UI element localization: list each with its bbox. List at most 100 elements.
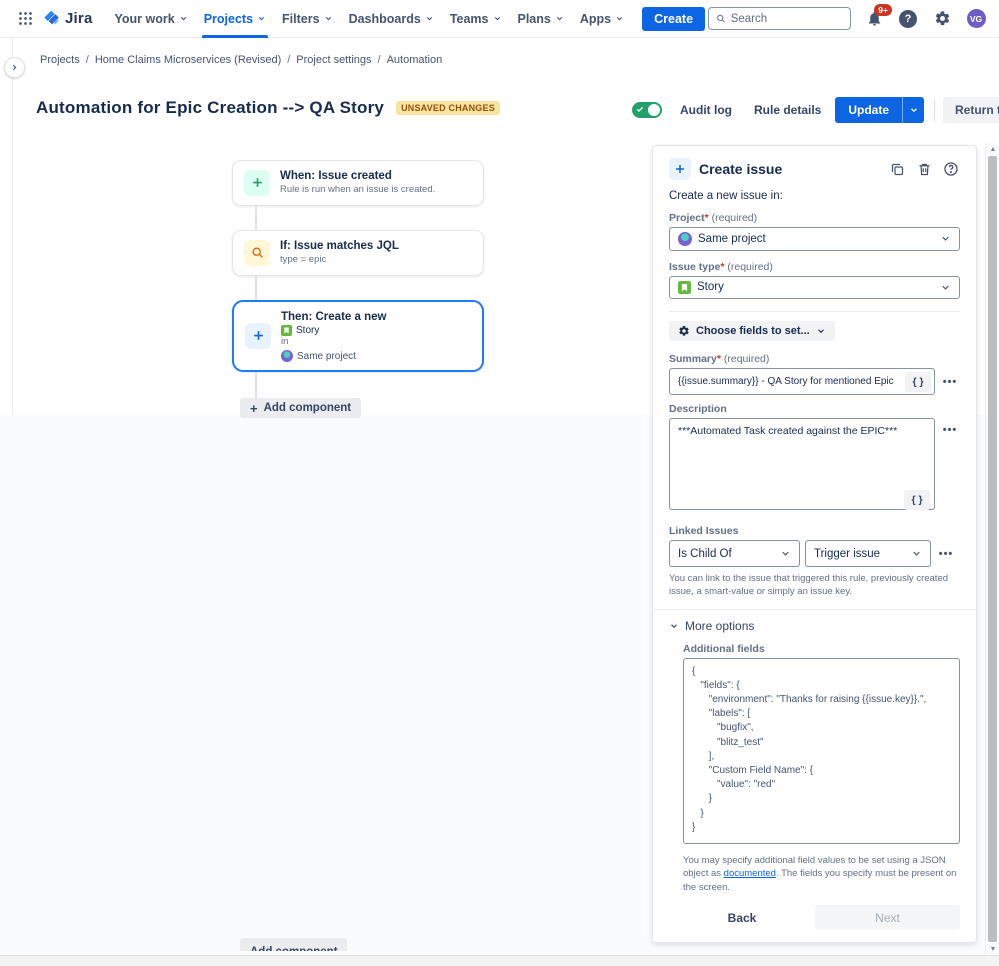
chevron-down-icon [426, 16, 432, 21]
description-more-actions-icon[interactable]: ••• [940, 424, 960, 436]
link-target-value: Trigger issue [814, 547, 881, 560]
issue-type-field-label: Issue type* (required) [669, 260, 773, 273]
nav-item-dashboards[interactable]: Dashboards [341, 0, 442, 38]
chevron-right-icon [12, 64, 17, 71]
notification-count-badge: 9+ [874, 3, 892, 16]
chevron-down-icon [616, 16, 623, 21]
jira-logo[interactable]: Jira [42, 9, 93, 28]
delete-action-button[interactable] [915, 160, 933, 178]
add-component-button-clipped[interactable]: Add component [240, 938, 347, 951]
copy-icon [891, 163, 903, 175]
chevron-down-icon [556, 16, 563, 21]
vertical-scrollbar[interactable]: ▲ ▼ [985, 143, 999, 955]
create-button[interactable]: Create [642, 6, 706, 31]
help-icon: ? [899, 9, 917, 28]
plus-icon: + [250, 400, 258, 416]
scroll-up-icon[interactable]: ▲ [986, 143, 999, 155]
help-button[interactable]: ? [897, 8, 919, 30]
update-options-button[interactable] [902, 97, 925, 123]
project-select[interactable]: Same project [669, 227, 960, 251]
global-search[interactable] [708, 7, 851, 30]
additional-fields-textarea[interactable]: { "fields": { "environment": "Thanks for… [683, 657, 960, 844]
nav-item-projects[interactable]: Projects [196, 0, 274, 38]
jira-logo-icon [42, 9, 61, 28]
smart-values-button[interactable]: { } [905, 371, 931, 392]
audit-log-button[interactable]: Audit log [672, 99, 740, 121]
chevron-down-icon [817, 329, 824, 334]
linked-issues-help: You can link to the issue that triggered… [669, 573, 949, 598]
additional-fields-label: Additional fields [683, 642, 765, 655]
notifications-button[interactable]: 9+ [863, 3, 892, 30]
duplicate-action-button[interactable] [888, 160, 906, 178]
link-target-select[interactable]: Trigger issue [805, 540, 931, 568]
project-select-value: Same project [698, 232, 766, 245]
unsaved-changes-badge: UNSAVED CHANGES [396, 101, 500, 115]
return-to-rules-button[interactable]: Return to rules [943, 97, 999, 123]
chevron-down-icon [910, 108, 917, 113]
condition-subtitle: type = epic [280, 253, 327, 265]
main-content: Projects / Home Claims Microservices (Re… [0, 38, 999, 966]
chevron-down-icon [940, 233, 951, 244]
breadcrumb-projects[interactable]: Projects [40, 54, 80, 66]
nav-item-apps[interactable]: Apps [572, 0, 632, 38]
check-icon [636, 105, 644, 113]
collapsed-sidebar-rail [0, 38, 13, 415]
breadcrumb-project-settings[interactable]: Project settings [296, 54, 371, 66]
expand-sidebar-button[interactable] [4, 57, 25, 78]
action-card[interactable]: Then: Create a new Story in Same project [232, 299, 484, 373]
condition-card[interactable]: If: Issue matches JQL type = epic [232, 229, 484, 276]
chevron-down-icon [258, 16, 265, 21]
gear-icon [679, 326, 689, 336]
linked-issues-label: Linked Issues [669, 525, 739, 538]
breadcrumb-automation[interactable]: Automation [387, 54, 443, 66]
horizontal-scrollbar[interactable] [0, 955, 999, 966]
description-field-label: Description [669, 403, 727, 416]
back-button[interactable]: Back [669, 911, 815, 925]
scroll-down-icon[interactable]: ▼ [986, 943, 999, 955]
smart-values-button[interactable]: { } [904, 490, 930, 511]
trigger-card[interactable]: When: Issue created Rule is run when an … [232, 160, 484, 206]
more-options-toggle[interactable]: More options [669, 619, 960, 633]
settings-button[interactable] [931, 8, 953, 30]
nav-item-filters[interactable]: Filters [274, 0, 341, 38]
action-project: Same project [297, 350, 356, 362]
rule-enabled-toggle[interactable] [632, 102, 662, 118]
next-button[interactable]: Next [815, 905, 960, 930]
question-circle-icon [944, 162, 958, 176]
search-input[interactable] [730, 12, 843, 25]
component-help-button[interactable] [942, 160, 960, 178]
breadcrumb-project-name[interactable]: Home Claims Microservices (Revised) [95, 54, 281, 66]
top-navigation: Jira Your work Projects Filters Dashboar… [0, 0, 999, 38]
linked-issues-more-actions-icon[interactable]: ••• [936, 548, 956, 560]
nav-item-your-work[interactable]: Your work [107, 0, 196, 38]
nav-item-plans[interactable]: Plans [510, 0, 572, 38]
condition-search-icon [244, 239, 270, 266]
summary-more-actions-icon[interactable]: ••• [940, 376, 960, 388]
summary-field-label: Summary* (required) [669, 353, 770, 366]
chevron-down-icon [940, 282, 951, 293]
chevron-down-icon [911, 548, 922, 559]
page-title: Automation for Epic Creation --> QA Stor… [36, 98, 385, 117]
trigger-title: When: Issue created [280, 170, 392, 182]
description-textarea[interactable]: ***Automated Task created against the EP… [669, 418, 935, 511]
create-issue-plus-icon [669, 158, 691, 180]
documented-link[interactable]: documented [724, 868, 776, 879]
profile-button[interactable]: VG [965, 8, 987, 30]
summary-input[interactable] [669, 368, 935, 396]
trash-icon [919, 163, 929, 175]
action-title: Then: Create a new [281, 310, 387, 323]
choose-fields-button[interactable]: Choose fields to set... [669, 321, 835, 342]
issue-type-select[interactable]: Story [669, 275, 960, 300]
vertical-scrollbar-thumb[interactable] [988, 156, 997, 942]
section-divider [669, 311, 960, 313]
rule-flow-canvas: When: Issue created Rule is run when an … [232, 160, 484, 419]
update-button[interactable]: Update [835, 97, 903, 123]
link-type-value: Is Child Of [678, 547, 732, 560]
rule-details-button[interactable]: Rule details [746, 99, 829, 121]
flow-connector [255, 275, 257, 300]
link-type-select[interactable]: Is Child Of [669, 540, 800, 568]
add-component-button[interactable]: + Add component [240, 398, 362, 419]
additional-fields-help: You may specify additional field values … [683, 854, 957, 894]
nav-item-teams[interactable]: Teams [442, 0, 510, 38]
app-switcher-icon[interactable] [12, 6, 38, 32]
